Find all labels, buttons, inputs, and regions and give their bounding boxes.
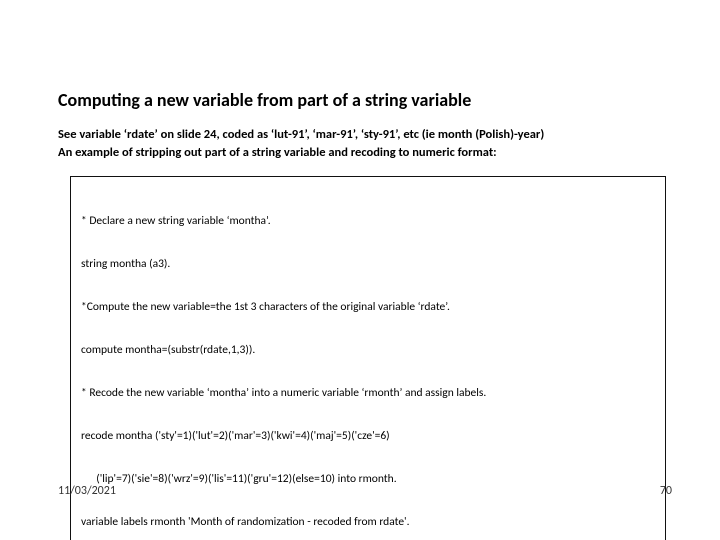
code-line: * Recode the new variable ‘montha’ into … (81, 386, 655, 400)
code-line: ('lip'=7)('sie'=8)('wrz'=9)('lis'=11)('g… (81, 472, 655, 486)
code-line: variable labels rmonth 'Month of randomi… (81, 515, 655, 529)
code-line: * Declare a new string variable ‘montha’… (81, 214, 655, 228)
footer-page-number: 70 (660, 484, 672, 498)
code-line: compute montha=(substr(rdate,1,3)). (81, 343, 655, 357)
slide-title: Computing a new variable from part of a … (58, 90, 672, 112)
code-line: recode montha ('sty'=1)('lut'=2)('mar'=3… (81, 429, 655, 443)
code-box: * Declare a new string variable ‘montha’… (70, 176, 666, 540)
slide: Computing a new variable from part of a … (0, 0, 720, 540)
intro-line-1: See variable ‘rdate’ on slide 24, coded … (58, 126, 672, 144)
code-line: string montha (a3). (81, 257, 655, 271)
intro-line-2: An example of stripping out part of a st… (58, 144, 672, 162)
footer-date: 11/03/2021 (58, 484, 116, 498)
code-line: *Compute the new variable=the 1st 3 char… (81, 300, 655, 314)
